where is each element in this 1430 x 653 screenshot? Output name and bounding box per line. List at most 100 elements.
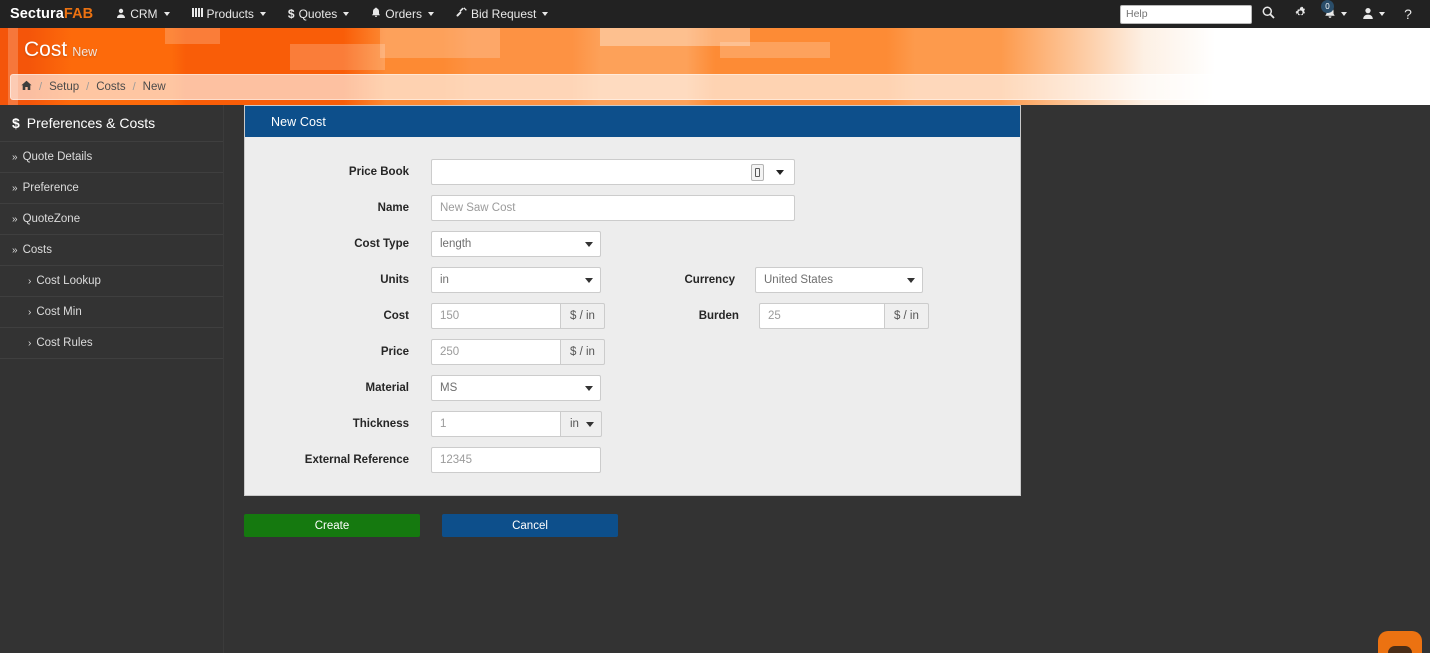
chat-widget-button[interactable] — [1378, 631, 1422, 653]
nav-item-crm-label: CRM — [130, 7, 158, 21]
units-select[interactable]: in — [431, 267, 601, 293]
sidebar-item-label: Cost Lookup — [36, 275, 101, 287]
cancel-button[interactable]: Cancel — [442, 514, 618, 537]
price-label: Price — [380, 346, 409, 358]
hammer-icon — [456, 7, 467, 21]
chevron-right-icon: » — [12, 182, 18, 194]
sidebar-item-preference[interactable]: » Preference — [0, 173, 223, 204]
user-icon — [1362, 7, 1374, 22]
gear-icon — [1294, 6, 1307, 22]
create-button[interactable]: Create — [244, 514, 420, 537]
form-row-material: Material MS — [245, 375, 1020, 401]
burden-unit-addon: $ / in — [884, 303, 929, 329]
sidebar-item-quote-details[interactable]: » Quote Details — [0, 142, 223, 173]
thickness-unit-select[interactable]: in — [561, 411, 602, 437]
dollar-icon: $ — [12, 115, 20, 131]
name-input[interactable] — [431, 195, 795, 221]
cost-type-value: length — [440, 238, 472, 250]
form-row-name: Name — [245, 195, 1020, 221]
settings-button[interactable] — [1284, 0, 1316, 28]
sidebar-item-label: Preference — [22, 182, 79, 194]
form-row-cost-type: Cost Type length — [245, 231, 1020, 257]
material-value: MS — [440, 382, 458, 394]
chevron-down-icon — [259, 12, 266, 16]
external-reference-input[interactable] — [431, 447, 601, 473]
external-reference-label: External Reference — [304, 454, 409, 466]
currency-select[interactable]: United States — [755, 267, 923, 293]
chevron-down-icon — [1340, 12, 1347, 16]
nav-item-quotes[interactable]: $ Quotes — [277, 0, 360, 28]
form-row-thickness: Thickness in — [245, 411, 1020, 437]
price-unit-addon: $ / in — [561, 339, 605, 365]
cost-type-select[interactable]: length — [431, 231, 601, 257]
material-select[interactable]: MS — [431, 375, 601, 401]
nav-item-quotes-label: Quotes — [298, 7, 338, 21]
cost-input[interactable] — [431, 303, 561, 329]
price-book-label: Price Book — [348, 166, 409, 178]
breadcrumb-item-setup[interactable]: Setup — [49, 81, 79, 93]
breadcrumb-item-costs[interactable]: Costs — [96, 81, 125, 93]
form-row-price-book: Price Book — [245, 159, 1020, 185]
chevron-down-icon — [585, 385, 593, 391]
currency-label: Currency — [684, 274, 736, 286]
chevron-down-icon — [163, 12, 170, 16]
chevron-down-icon — [585, 421, 594, 427]
price-input[interactable] — [431, 339, 561, 365]
chevron-right-icon: › — [28, 337, 32, 349]
chevron-down-icon — [542, 12, 549, 16]
new-cost-panel: New Cost Price Book Name New Saw Cost Co… — [244, 105, 1021, 496]
app-brand-logo[interactable]: SecturaFAB — [0, 6, 105, 22]
nav-item-bid-request-label: Bid Request — [470, 7, 537, 21]
nav-item-products[interactable]: Products — [181, 0, 277, 28]
sidebar-item-costs[interactable]: » Costs — [0, 235, 223, 266]
search-button[interactable] — [1252, 0, 1284, 28]
price-book-input[interactable] — [431, 159, 795, 185]
nav-item-bid-request[interactable]: Bid Request — [445, 0, 559, 28]
chevron-down-icon[interactable] — [776, 169, 784, 175]
breadcrumb: / Setup / Costs / New — [10, 74, 1418, 100]
nav-item-orders-label: Orders — [385, 7, 422, 21]
nav-item-crm[interactable]: CRM — [105, 0, 180, 28]
chevron-right-icon: » — [12, 244, 18, 256]
form-row-external-reference: External Reference — [245, 447, 1020, 473]
sidebar-item-cost-lookup[interactable]: › Cost Lookup — [0, 266, 223, 297]
burden-input[interactable] — [758, 303, 885, 329]
breadcrumb-separator: / — [39, 81, 43, 93]
main-layout: $ Preferences & Costs » Quote Details » … — [0, 105, 1430, 653]
units-value: in — [440, 274, 449, 286]
page-title: Cost New — [24, 38, 97, 62]
sidebar: $ Preferences & Costs » Quote Details » … — [0, 105, 224, 653]
sidebar-item-quotezone[interactable]: » QuoteZone — [0, 204, 223, 235]
book-picker-icon[interactable] — [751, 163, 764, 181]
page-title-text: Cost — [24, 38, 68, 61]
panel-title: New Cost — [245, 106, 1020, 137]
currency-value: United States — [764, 274, 834, 286]
page-banner: Cost New / Setup / Costs / New — [0, 28, 1430, 105]
question-mark-icon: ? — [1404, 6, 1412, 22]
new-cost-form: Price Book Name New Saw Cost Cost Type l… — [245, 137, 1020, 495]
thickness-label: Thickness — [352, 418, 409, 430]
material-label: Material — [365, 382, 409, 394]
cost-unit-addon: $ / in — [561, 303, 605, 329]
chevron-down-icon — [343, 12, 350, 16]
chevron-down-icon — [1378, 12, 1385, 16]
sidebar-item-label: Cost Rules — [36, 337, 93, 349]
cost-type-label: Cost Type — [354, 238, 409, 250]
dollar-icon: $ — [287, 7, 295, 21]
account-menu-button[interactable] — [1354, 0, 1392, 28]
help-button[interactable]: ? — [1392, 0, 1424, 28]
chevron-right-icon: » — [12, 213, 18, 225]
sidebar-item-cost-rules[interactable]: › Cost Rules — [0, 328, 223, 359]
sidebar-item-cost-min[interactable]: › Cost Min — [0, 297, 223, 328]
chevron-down-icon — [907, 277, 915, 283]
help-search-input[interactable] — [1120, 4, 1252, 24]
thickness-input[interactable] — [431, 411, 561, 437]
form-row-units-currency: Units in Currency United States — [245, 267, 1020, 293]
form-row-cost-burden: Cost $ / in Burden $ / in — [245, 303, 1020, 329]
notifications-button[interactable]: 0 — [1316, 0, 1354, 28]
nav-item-orders[interactable]: Orders — [360, 0, 445, 28]
chevron-down-icon — [585, 277, 593, 283]
user-icon — [116, 8, 126, 21]
top-navigation-bar: SecturaFAB CRM Products $ Quotes Orders … — [0, 0, 1430, 28]
breadcrumb-home-icon[interactable] — [21, 80, 32, 94]
